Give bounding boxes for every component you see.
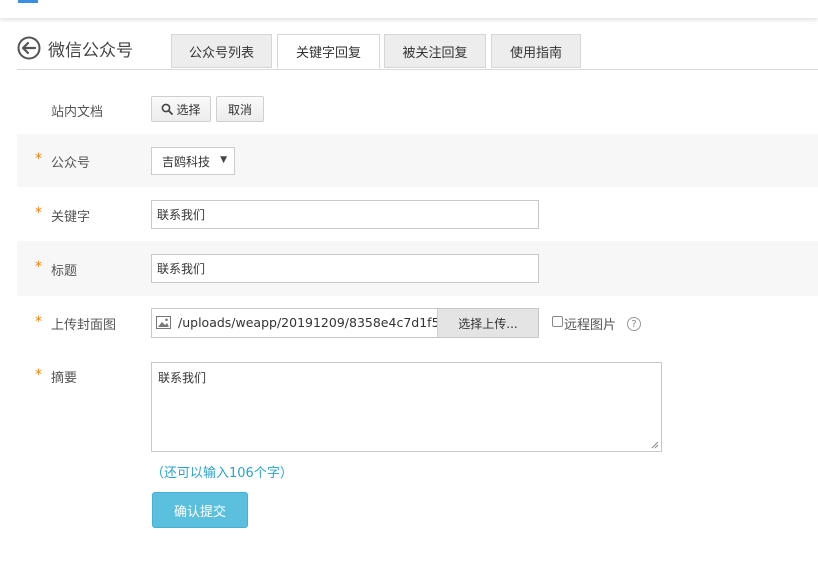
row-keyword: * 关键字 联系我们: [17, 187, 818, 241]
remote-image-label: 远程图片: [564, 318, 617, 333]
tab-account-list[interactable]: 公众号列表: [171, 34, 272, 68]
cover-upload-field: /uploads/weapp/20191209/8358e4c7d1f5de6 …: [151, 308, 539, 338]
doc-select-button[interactable]: 选择: [151, 96, 211, 122]
tab-follow-reply[interactable]: 被关注回复: [384, 34, 486, 68]
account-select[interactable]: 吉鸥科技 ▼: [151, 147, 235, 175]
submit-button[interactable]: 确认提交: [152, 492, 248, 528]
cover-label: 上传封面图: [51, 318, 117, 333]
tab-keyword-reply[interactable]: 关键字回复: [277, 34, 380, 69]
row-account: * 公众号 吉鸥科技 ▼: [17, 134, 818, 187]
resize-grip-icon[interactable]: [651, 441, 659, 449]
keyword-input[interactable]: 联系我们: [151, 200, 539, 229]
required-star: *: [35, 314, 42, 330]
search-icon: [162, 103, 174, 115]
summary-text: 联系我们: [158, 371, 207, 385]
top-bar: [0, 0, 818, 18]
page-title: 微信公众号: [48, 41, 133, 61]
row-cover-image: * 上传封面图 /uploads/weapp/20191209/8358e4c7…: [17, 296, 818, 350]
required-star: *: [35, 205, 42, 221]
back-arrow-icon[interactable]: [17, 36, 41, 60]
required-star: *: [35, 259, 42, 275]
tab-usage-guide[interactable]: 使用指南: [491, 34, 581, 68]
summary-textarea[interactable]: 联系我们: [151, 362, 662, 452]
keyword-label: 关键字: [51, 210, 91, 225]
required-star: *: [35, 151, 42, 167]
doc-select-label: 选择: [176, 102, 201, 117]
cover-upload-button[interactable]: 选择上传...: [437, 309, 538, 337]
cover-path-value[interactable]: /uploads/weapp/20191209/8358e4c7d1f5de6: [178, 315, 440, 330]
top-bar-accent: [18, 0, 38, 3]
summary-label: 摘要: [51, 371, 78, 386]
doc-cancel-button[interactable]: 取消: [216, 96, 264, 122]
help-icon[interactable]: ?: [627, 317, 641, 331]
internal-doc-label: 站内文档: [51, 105, 104, 120]
title-input[interactable]: 联系我们: [151, 254, 539, 283]
account-label: 公众号: [51, 156, 91, 171]
row-internal-doc: 站内文档 选择 取消: [17, 82, 818, 134]
remote-image-checkbox[interactable]: [552, 316, 563, 327]
account-select-value: 吉鸥科技: [162, 154, 211, 169]
title-label: 标题: [51, 264, 78, 279]
image-icon: [156, 316, 171, 329]
header-divider: [17, 69, 818, 70]
row-title: * 标题 联系我们: [17, 241, 818, 296]
row-summary: * 摘要 联系我们 （还可以输入106个字） 确认提交: [17, 350, 818, 586]
page-header: 微信公众号 公众号列表 关键字回复 被关注回复 使用指南: [0, 30, 818, 70]
required-star: *: [35, 367, 42, 383]
remaining-chars-hint: （还可以输入106个字）: [151, 466, 293, 481]
dropdown-arrow-icon: ▼: [220, 155, 227, 165]
